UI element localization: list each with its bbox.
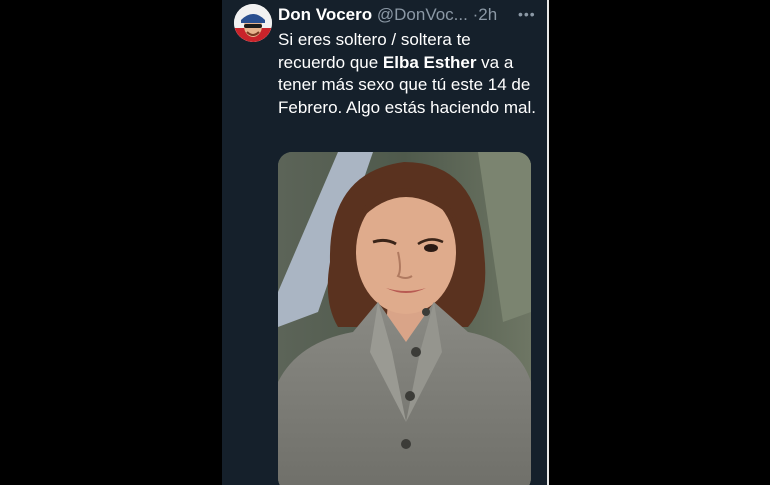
photo-woman-winking [278, 152, 531, 485]
more-options-icon[interactable]: ••• [518, 6, 536, 22]
display-name[interactable]: Don Vocero [278, 5, 372, 24]
avatar[interactable] [234, 4, 272, 42]
screenshot-right-border [547, 0, 549, 485]
user-handle[interactable]: @DonVoc... [377, 5, 468, 24]
tweet-card[interactable]: Don Vocero @DonVoc... ·2h ••• Si eres so… [222, 0, 547, 485]
avatar-cartoon-icon [234, 4, 272, 42]
tweet-header: Don Vocero @DonVoc... ·2h [278, 5, 542, 25]
timestamp[interactable]: 2h [478, 5, 497, 24]
tweet-text-highlight[interactable]: Elba Esther [383, 53, 477, 72]
tweet-text: Si eres soltero / soltera te recuerdo qu… [278, 29, 540, 119]
tweet-media-photo[interactable] [278, 152, 531, 485]
